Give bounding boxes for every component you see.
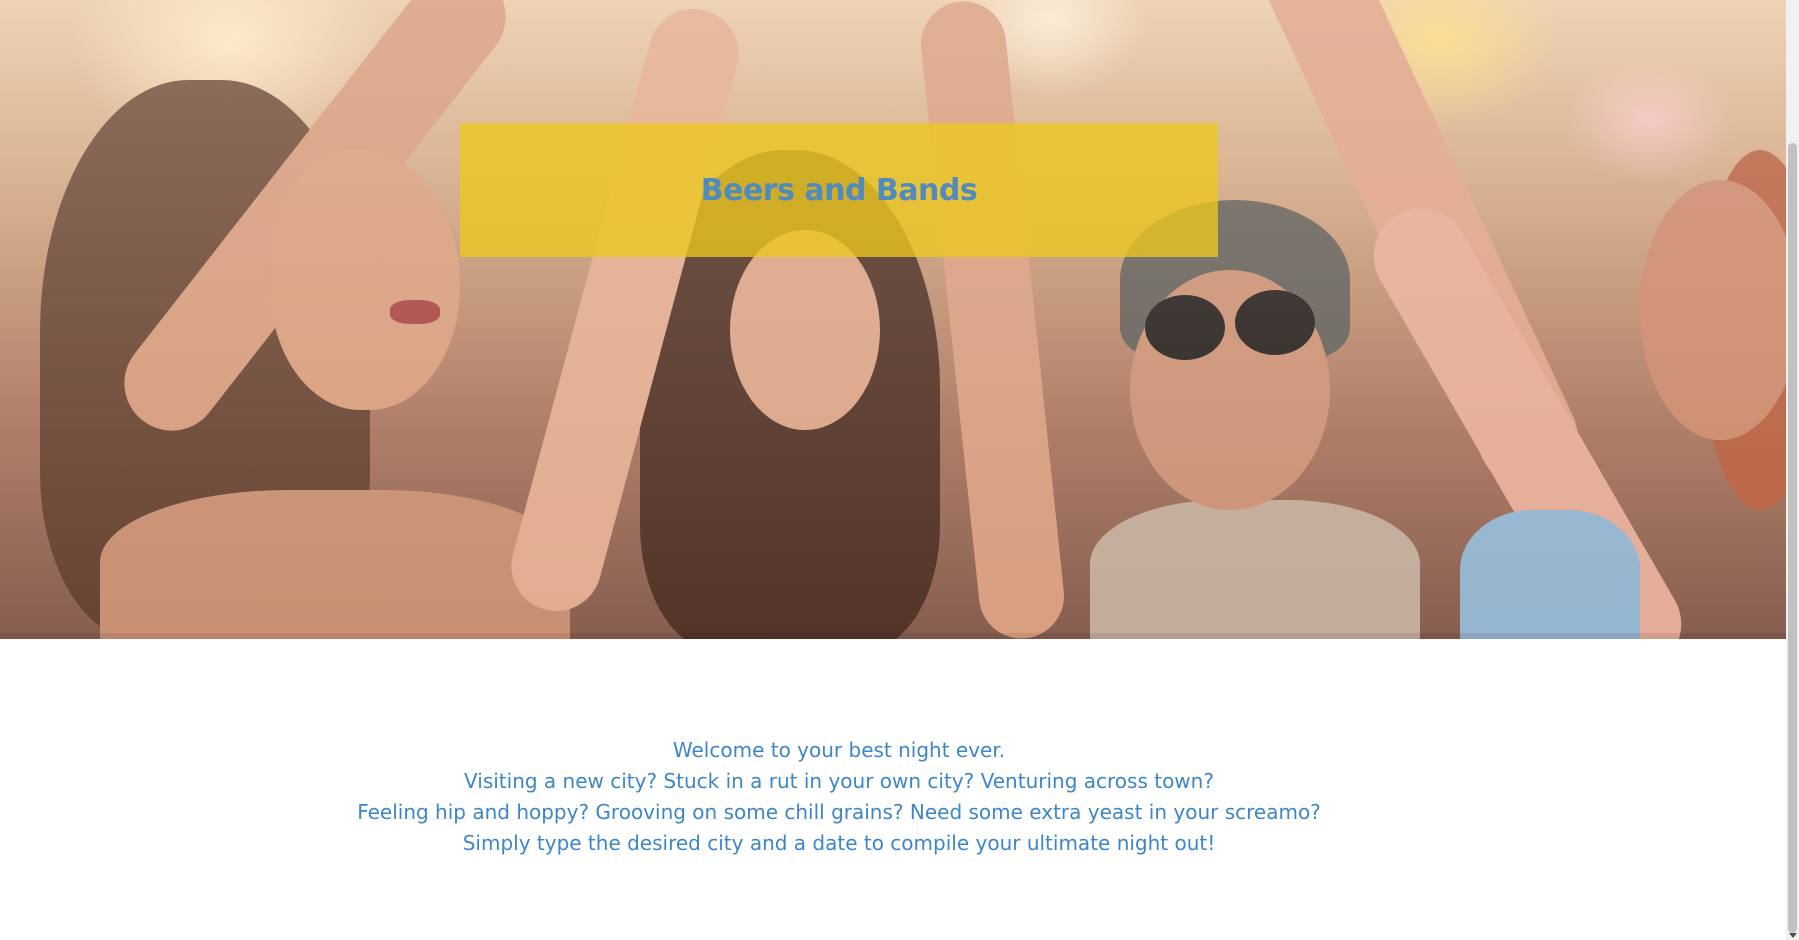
intro-line: Simply type the desired city and a date …	[462, 831, 1216, 855]
title-banner: Beers and Bands	[460, 123, 1218, 257]
intro-line: Visiting a new city? Stuck in a rut in y…	[464, 769, 1214, 793]
chevron-down-icon[interactable]	[1789, 933, 1797, 938]
hero-overlay	[0, 0, 1786, 639]
vertical-scrollbar[interactable]	[1786, 0, 1799, 940]
intro-line: Feeling hip and hoppy? Grooving on some …	[357, 800, 1321, 824]
hero-image	[0, 0, 1786, 639]
intro-line: Welcome to your best night ever.	[672, 738, 1006, 762]
page: Beers and Bands Welcome to your best nig…	[0, 0, 1799, 940]
intro-text: Welcome to your best night ever. Visitin…	[0, 735, 1678, 859]
page-title: Beers and Bands	[700, 172, 978, 208]
scrollbar-thumb[interactable]	[1788, 143, 1797, 933]
hero-bottom-shadow	[0, 633, 1786, 639]
